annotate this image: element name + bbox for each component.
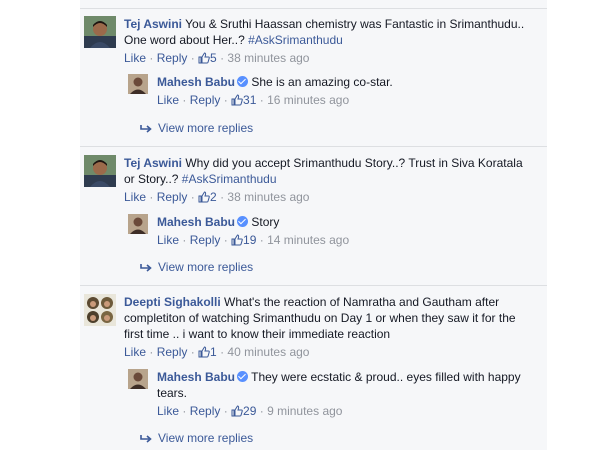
divider bbox=[80, 146, 547, 147]
reply-arrow-icon bbox=[140, 125, 152, 133]
like-link[interactable]: Like bbox=[157, 404, 179, 418]
verified-badge-icon bbox=[237, 216, 249, 227]
view-more-replies-link[interactable]: View more replies bbox=[140, 259, 253, 275]
comment-author[interactable]: Tej Aswini bbox=[124, 156, 182, 170]
reply-comment: Mahesh Babu Story Like · Reply · 19 · 14… bbox=[128, 214, 538, 248]
comment-author[interactable]: Tej Aswini bbox=[124, 17, 182, 31]
timestamp[interactable]: 38 minutes ago bbox=[227, 51, 309, 65]
avatar-tej-aswini[interactable] bbox=[84, 16, 116, 48]
comment-actions: Like · Reply · 2 · 38 minutes ago bbox=[124, 189, 534, 207]
like-link[interactable]: Like bbox=[157, 93, 179, 107]
reply-actions: Like · Reply · 31 · 16 minutes ago bbox=[157, 92, 538, 110]
reply-link[interactable]: Reply bbox=[190, 404, 221, 418]
avatar-mahesh-babu[interactable] bbox=[128, 74, 148, 94]
like-link[interactable]: Like bbox=[124, 345, 146, 359]
comment-actions: Like · Reply · 1 · 40 minutes ago bbox=[124, 344, 534, 362]
thumbs-up-icon bbox=[198, 346, 210, 362]
reply-link[interactable]: Reply bbox=[190, 233, 221, 247]
reply-author[interactable]: Mahesh Babu bbox=[157, 215, 235, 229]
hashtag-link[interactable]: #AskSrimanthudu bbox=[248, 33, 343, 47]
verified-badge-icon bbox=[237, 371, 249, 382]
like-count[interactable]: 1 bbox=[210, 345, 217, 359]
like-count[interactable]: 5 bbox=[210, 51, 217, 65]
hashtag-link[interactable]: #AskSrimanthudu bbox=[182, 172, 277, 186]
comment: Deepti Sighakolli What's the reaction of… bbox=[84, 294, 544, 360]
reply-actions: Like · Reply · 29 · 9 minutes ago bbox=[157, 403, 538, 421]
avatar-mahesh-babu[interactable] bbox=[128, 369, 148, 389]
divider bbox=[80, 285, 547, 286]
reply-arrow-icon bbox=[140, 264, 152, 272]
comment-author[interactable]: Deepti Sighakolli bbox=[124, 295, 221, 309]
reply-link[interactable]: Reply bbox=[190, 93, 221, 107]
timestamp[interactable]: 16 minutes ago bbox=[267, 93, 349, 107]
timestamp[interactable]: 9 minutes ago bbox=[267, 404, 342, 418]
reply-actions: Like · Reply · 19 · 14 minutes ago bbox=[157, 232, 538, 250]
reply-link[interactable]: Reply bbox=[157, 51, 188, 65]
like-link[interactable]: Like bbox=[124, 51, 146, 65]
comment: Tej Aswini You & Sruthi Haassan chemistr… bbox=[84, 16, 544, 66]
like-link[interactable]: Like bbox=[124, 190, 146, 204]
reply-text: Story bbox=[248, 215, 280, 229]
view-more-replies-link[interactable]: View more replies bbox=[140, 430, 253, 446]
timestamp[interactable]: 14 minutes ago bbox=[267, 233, 349, 247]
reply-link[interactable]: Reply bbox=[157, 345, 188, 359]
view-more-replies-label[interactable]: View more replies bbox=[158, 121, 253, 135]
reply-comment: Mahesh Babu They were ecstatic & proud..… bbox=[128, 369, 538, 419]
avatar-mahesh-babu[interactable] bbox=[128, 214, 148, 234]
avatar-deepti-sighakolli[interactable] bbox=[84, 294, 116, 326]
like-count[interactable]: 31 bbox=[243, 93, 256, 107]
divider bbox=[80, 8, 547, 9]
timestamp[interactable]: 38 minutes ago bbox=[227, 190, 309, 204]
verified-badge-icon bbox=[237, 76, 249, 87]
reply-comment: Mahesh Babu She is an amazing co-star. L… bbox=[128, 74, 538, 108]
reply-link[interactable]: Reply bbox=[157, 190, 188, 204]
thumbs-up-icon bbox=[198, 52, 210, 68]
view-more-replies-label[interactable]: View more replies bbox=[158, 260, 253, 274]
thumbs-up-icon bbox=[231, 234, 243, 250]
reply-author[interactable]: Mahesh Babu bbox=[157, 370, 235, 384]
reply-author[interactable]: Mahesh Babu bbox=[157, 75, 235, 89]
like-count[interactable]: 19 bbox=[243, 233, 256, 247]
comment-actions: Like · Reply · 5 · 38 minutes ago bbox=[124, 50, 534, 68]
reply-arrow-icon bbox=[140, 435, 152, 443]
thumbs-up-icon bbox=[231, 94, 243, 110]
thumbs-up-icon bbox=[198, 191, 210, 207]
reply-text: She is an amazing co-star. bbox=[248, 75, 393, 89]
like-link[interactable]: Like bbox=[157, 233, 179, 247]
like-count[interactable]: 2 bbox=[210, 190, 217, 204]
thumbs-up-icon bbox=[231, 405, 243, 421]
avatar-tej-aswini[interactable] bbox=[84, 155, 116, 187]
like-count[interactable]: 29 bbox=[243, 404, 256, 418]
timestamp[interactable]: 40 minutes ago bbox=[227, 345, 309, 359]
comment: Tej Aswini Why did you accept Srimanthud… bbox=[84, 155, 544, 205]
view-more-replies-link[interactable]: View more replies bbox=[140, 120, 253, 136]
view-more-replies-label[interactable]: View more replies bbox=[158, 431, 253, 445]
